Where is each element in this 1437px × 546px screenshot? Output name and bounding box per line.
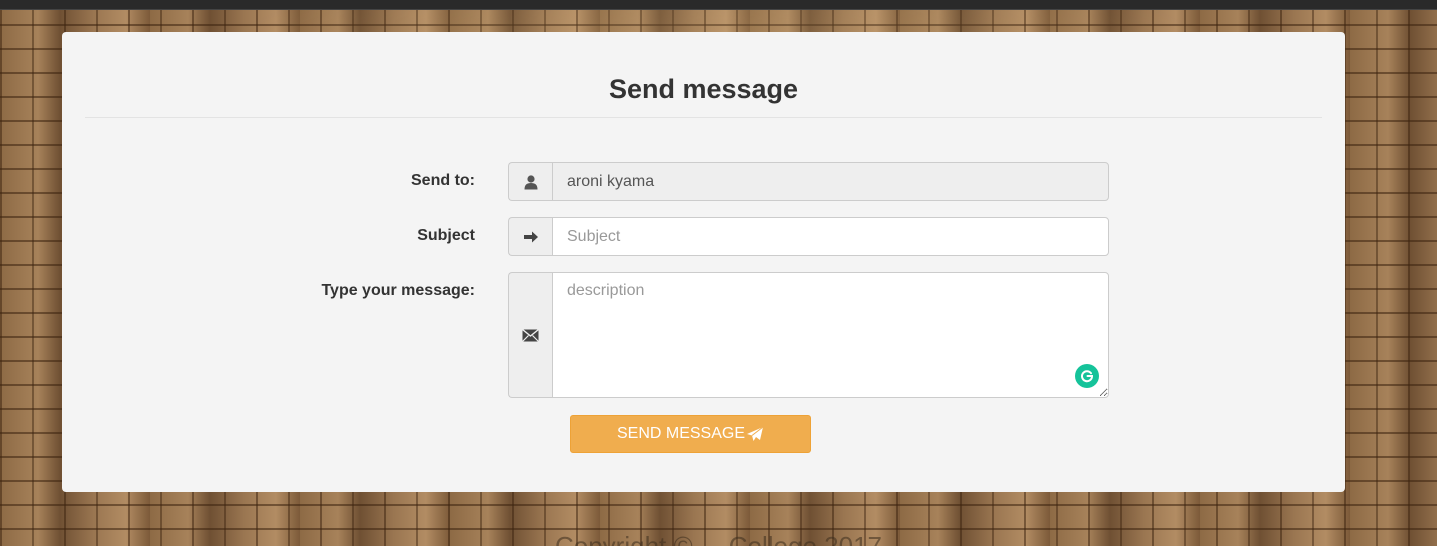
envelope-icon [508,272,552,398]
top-bar [0,0,1437,10]
send-to-field[interactable]: aroni kyama [552,162,1109,201]
grammarly-icon[interactable] [1075,364,1099,388]
send-to-label: Send to: [411,172,475,189]
message-textarea[interactable] [552,272,1109,398]
arrow-right-icon [508,217,552,256]
footer-copyright: Copyright © ... College 2017 [554,531,882,546]
send-message-panel: Send message Send to: aroni kyama Subjec… [62,32,1345,492]
page-title: Send message [608,74,799,104]
send-icon [746,426,764,442]
send-message-button[interactable]: SEND MESSAGE [570,415,811,453]
user-icon [508,162,552,201]
message-label: Type your message: [321,282,475,299]
send-to-group: aroni kyama [508,162,1109,201]
subject-group [508,217,1109,256]
title-divider [85,117,1322,118]
subject-input[interactable] [552,217,1109,256]
message-group [508,272,1109,398]
subject-label: Subject [417,227,475,244]
send-message-label: SEND MESSAGE [616,425,746,442]
